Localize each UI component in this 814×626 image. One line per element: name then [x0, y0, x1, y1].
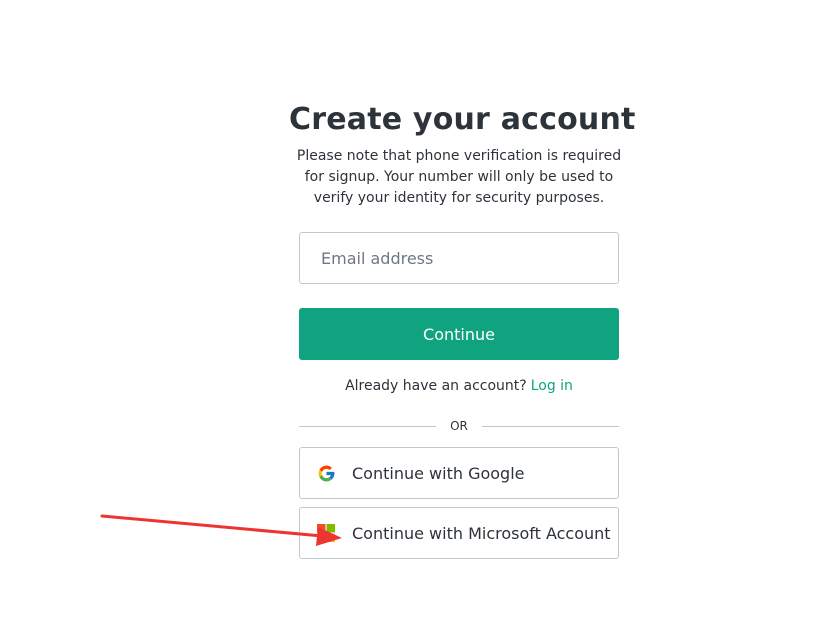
login-prompt-text: Already have an account? [345, 378, 527, 394]
page: Create your account Please note that pho… [0, 0, 814, 626]
divider-line-right [481, 425, 620, 427]
page-title: Create your account [289, 102, 636, 137]
continue-with-microsoft-button[interactable]: Continue with Microsoft Account [299, 507, 619, 559]
microsoft-button-label: Continue with Microsoft Account [352, 523, 611, 543]
google-logo-icon [316, 463, 336, 483]
divider-text: OR [450, 419, 468, 433]
continue-with-google-button[interactable]: Continue with Google [299, 447, 619, 499]
or-divider: OR [299, 416, 620, 436]
signup-card: Create your account Please note that pho… [289, 100, 635, 559]
email-field[interactable] [299, 232, 619, 284]
continue-button[interactable]: Continue [299, 308, 619, 360]
divider-line-left [299, 425, 437, 427]
subtitle: Please note that phone verification is r… [296, 148, 622, 206]
google-button-label: Continue with Google [352, 463, 525, 483]
microsoft-logo-icon [316, 523, 336, 543]
login-link[interactable]: Log in [531, 378, 573, 394]
login-prompt-row: Already have an account? Log in [299, 376, 619, 396]
